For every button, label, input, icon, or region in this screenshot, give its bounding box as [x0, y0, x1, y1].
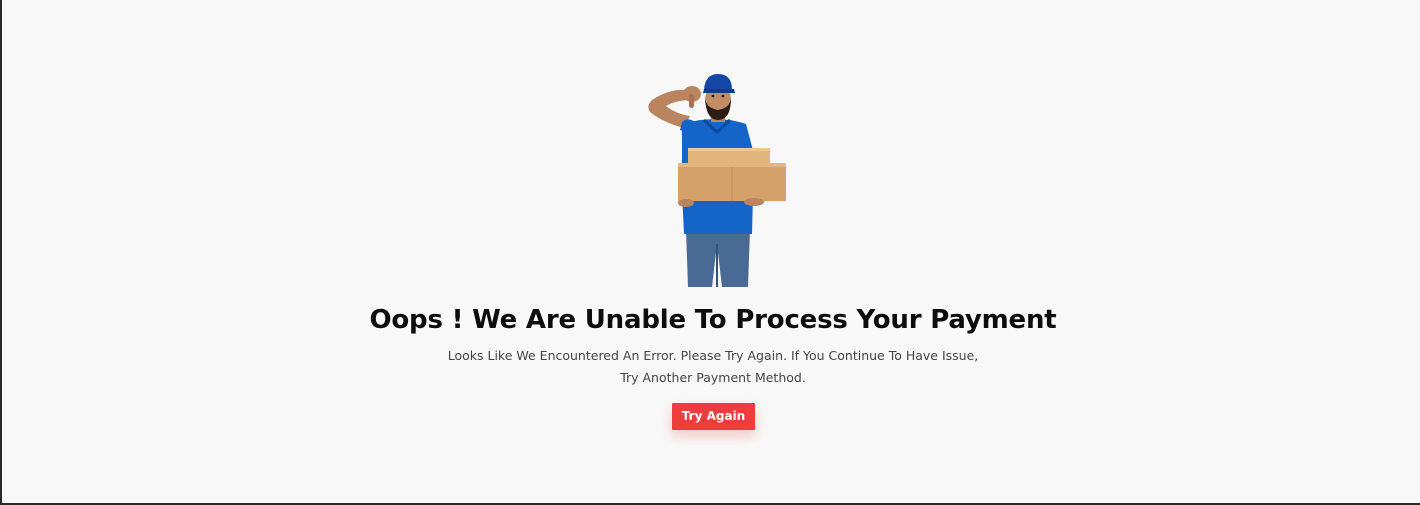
- page-frame: Oops ! We Are Unable To Process Your Pay…: [0, 0, 1420, 505]
- payment-error-section: Oops ! We Are Unable To Process Your Pay…: [4, 0, 1420, 503]
- error-message-line-1: Looks Like We Encountered An Error. Plea…: [447, 348, 979, 363]
- delivery-man-image: [648, 74, 786, 287]
- page-title: Oops ! We Are Unable To Process Your Pay…: [369, 305, 1057, 335]
- error-message-line-2: Try Another Payment Method.: [620, 370, 806, 385]
- delivery-man-illustration: [642, 72, 792, 288]
- error-message: Looks Like We Encountered An Error. Plea…: [413, 345, 1013, 389]
- try-again-button[interactable]: Try Again: [672, 403, 755, 430]
